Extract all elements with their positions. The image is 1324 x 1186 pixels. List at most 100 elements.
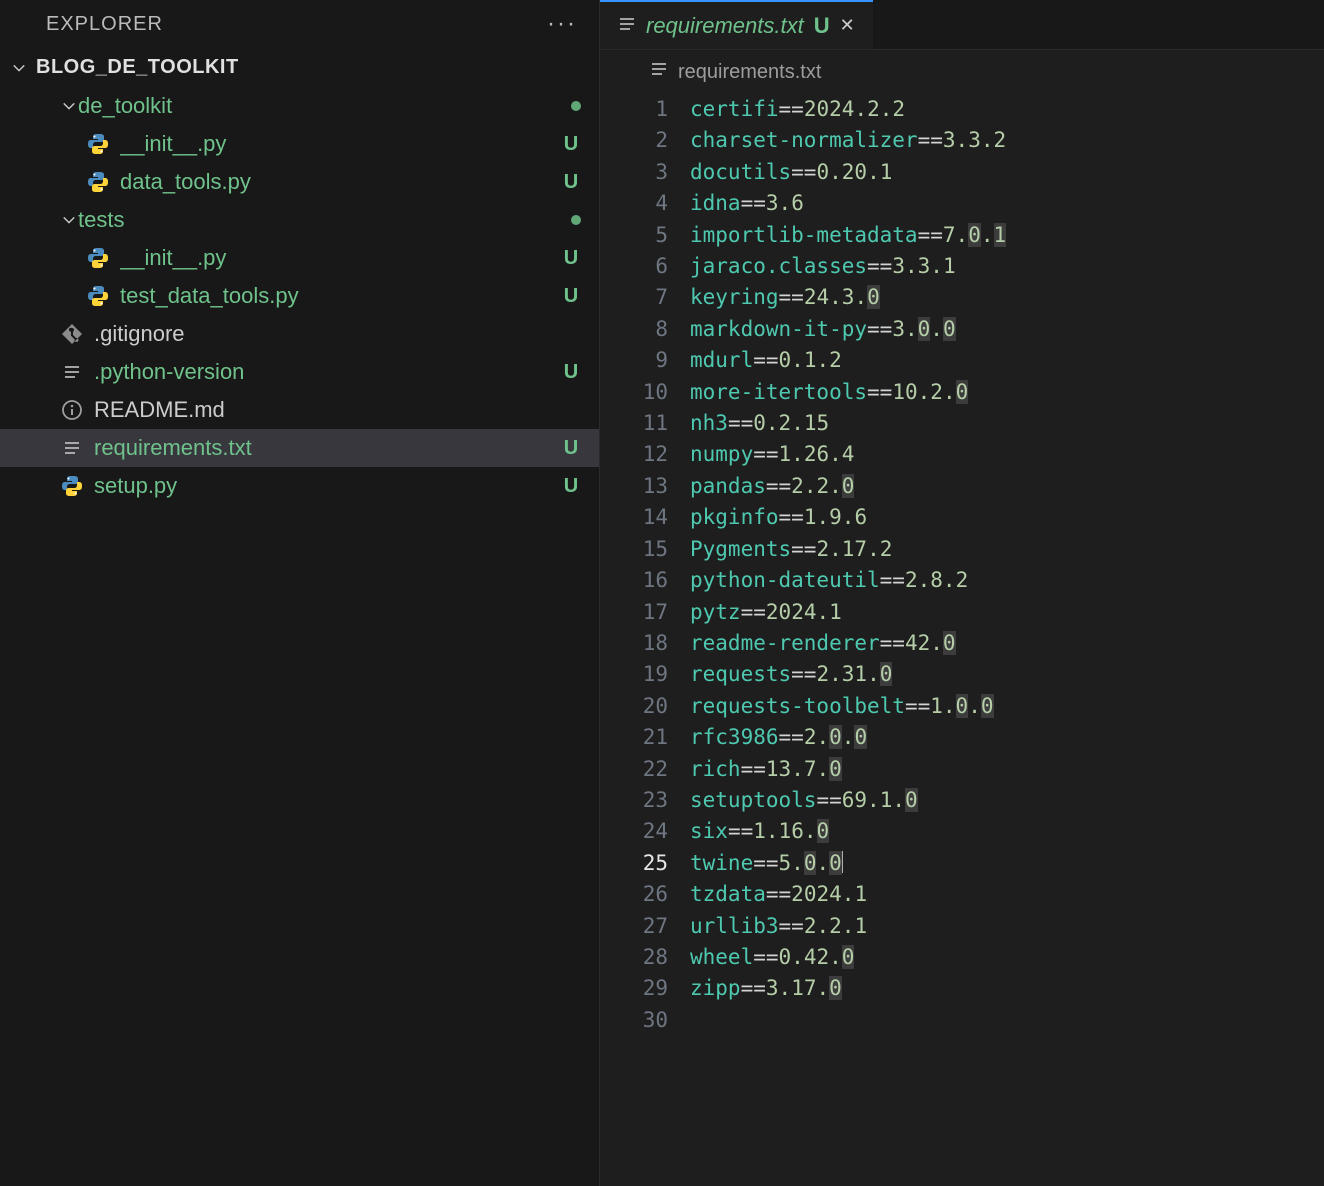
breadcrumb[interactable]: requirements.txt: [600, 50, 1324, 94]
tab-bar: requirements.txt U ✕: [600, 0, 1324, 50]
code-line[interactable]: idna==3.6: [690, 188, 1324, 219]
code-area[interactable]: 1234567891011121314151617181920212223242…: [600, 94, 1324, 1186]
code-line[interactable]: python-dateutil==2.8.2: [690, 565, 1324, 596]
file-label: requirements.txt: [94, 435, 561, 461]
equals-operator: ==: [816, 788, 841, 812]
folder-tests[interactable]: tests: [0, 201, 599, 239]
code-line[interactable]: urllib3==2.2.1: [690, 911, 1324, 942]
equals-operator: ==: [867, 380, 892, 404]
git-icon: [60, 322, 84, 346]
equals-operator: ==: [753, 945, 778, 969]
line-number: 8: [600, 314, 668, 345]
equals-operator: ==: [791, 160, 816, 184]
file-data_tools[interactable]: data_tools.pyU: [0, 163, 599, 201]
git-status: U: [561, 133, 581, 156]
line-number: 16: [600, 565, 668, 596]
equals-operator: ==: [741, 191, 766, 215]
code-line[interactable]: importlib-metadata==7.0.1: [690, 220, 1324, 251]
code-line[interactable]: pytz==2024.1: [690, 597, 1324, 628]
line-number: 29: [600, 973, 668, 1004]
lines-icon: [650, 60, 668, 84]
code-line[interactable]: setuptools==69.1.0: [690, 785, 1324, 816]
equals-operator: ==: [728, 411, 753, 435]
git-status: U: [561, 437, 581, 460]
code-line[interactable]: more-itertools==10.2.0: [690, 377, 1324, 408]
code-line[interactable]: markdown-it-py==3.0.0: [690, 314, 1324, 345]
equals-operator: ==: [753, 348, 778, 372]
code-line[interactable]: requests==2.31.0: [690, 659, 1324, 690]
package-name: readme-renderer: [690, 631, 880, 655]
code-line[interactable]: six==1.16.0: [690, 816, 1324, 847]
line-number: 20: [600, 691, 668, 722]
package-name: Pygments: [690, 537, 791, 561]
python-icon: [86, 170, 110, 194]
file-test_data_tools[interactable]: test_data_tools.pyU: [0, 277, 599, 315]
line-number: 12: [600, 439, 668, 470]
code-line[interactable]: requests-toolbelt==1.0.0: [690, 691, 1324, 722]
equals-operator: ==: [741, 976, 766, 1000]
file-de_toolkit_init[interactable]: __init__.pyU: [0, 125, 599, 163]
code-line[interactable]: numpy==1.26.4: [690, 439, 1324, 470]
package-name: six: [690, 819, 728, 843]
tab-filename: requirements.txt: [646, 13, 804, 39]
code-line[interactable]: rfc3986==2.0.0: [690, 722, 1324, 753]
package-name: tzdata: [690, 882, 766, 906]
package-name: wheel: [690, 945, 753, 969]
code-line[interactable]: charset-normalizer==3.3.2: [690, 125, 1324, 156]
lines-icon: [60, 436, 84, 460]
git-status: U: [561, 361, 581, 384]
more-icon[interactable]: ···: [547, 10, 577, 38]
file-label: tests: [78, 207, 571, 233]
code-line[interactable]: tzdata==2024.1: [690, 879, 1324, 910]
explorer-header: EXPLORER ···: [0, 0, 599, 48]
code-lines[interactable]: certifi==2024.2.2charset-normalizer==3.3…: [690, 94, 1324, 1186]
equals-operator: ==: [867, 254, 892, 278]
equals-operator: ==: [918, 128, 943, 152]
git-status: [571, 101, 581, 111]
folder-de_toolkit[interactable]: de_toolkit: [0, 87, 599, 125]
git-status: U: [561, 285, 581, 308]
package-name: requests-toolbelt: [690, 694, 905, 718]
line-number: 25: [600, 848, 668, 879]
file-pyver[interactable]: .python-versionU: [0, 353, 599, 391]
file-tests_init[interactable]: __init__.pyU: [0, 239, 599, 277]
code-line[interactable]: pkginfo==1.9.6: [690, 502, 1324, 533]
code-line[interactable]: jaraco.classes==3.3.1: [690, 251, 1324, 282]
code-line[interactable]: certifi==2024.2.2: [690, 94, 1324, 125]
code-line[interactable]: rich==13.7.0: [690, 754, 1324, 785]
code-line[interactable]: [690, 1005, 1324, 1036]
code-line[interactable]: docutils==0.20.1: [690, 157, 1324, 188]
code-line[interactable]: wheel==0.42.0: [690, 942, 1324, 973]
close-icon[interactable]: ✕: [840, 15, 855, 36]
editor-pane: requirements.txt U ✕ requirements.txt 12…: [600, 0, 1324, 1186]
line-number: 1: [600, 94, 668, 125]
code-line[interactable]: pandas==2.2.0: [690, 471, 1324, 502]
file-label: .python-version: [94, 359, 561, 385]
line-number: 21: [600, 722, 668, 753]
file-label: setup.py: [94, 473, 561, 499]
tab-requirements[interactable]: requirements.txt U ✕: [600, 0, 873, 49]
equals-operator: ==: [779, 505, 804, 529]
project-header[interactable]: BLOG_DE_TOOLKIT: [0, 48, 599, 87]
code-line[interactable]: zipp==3.17.0: [690, 973, 1324, 1004]
file-gitignore[interactable]: .gitignore: [0, 315, 599, 353]
equals-operator: ==: [779, 97, 804, 121]
file-label: test_data_tools.py: [120, 283, 561, 309]
line-number: 4: [600, 188, 668, 219]
equals-operator: ==: [779, 914, 804, 938]
code-line[interactable]: readme-renderer==42.0: [690, 628, 1324, 659]
equals-operator: ==: [791, 537, 816, 561]
file-setup[interactable]: setup.pyU: [0, 467, 599, 505]
git-status: U: [561, 247, 581, 270]
code-line[interactable]: keyring==24.3.0: [690, 282, 1324, 313]
line-number: 30: [600, 1005, 668, 1036]
package-name: keyring: [690, 285, 779, 309]
code-line[interactable]: twine==5.0.0: [690, 848, 1324, 879]
file-req[interactable]: requirements.txtU: [0, 429, 599, 467]
code-line[interactable]: mdurl==0.1.2: [690, 345, 1324, 376]
git-status: [571, 215, 581, 225]
file-readme[interactable]: README.md: [0, 391, 599, 429]
code-line[interactable]: Pygments==2.17.2: [690, 534, 1324, 565]
package-name: setuptools: [690, 788, 816, 812]
code-line[interactable]: nh3==0.2.15: [690, 408, 1324, 439]
